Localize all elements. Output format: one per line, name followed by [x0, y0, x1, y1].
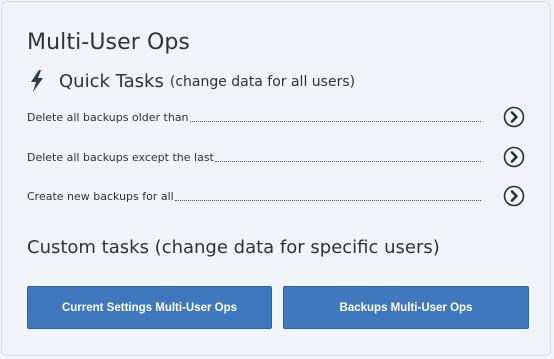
- quick-task-label: Delete all backups older than: [27, 110, 189, 124]
- quick-task-label: Create new backups for all: [27, 189, 174, 203]
- dotted-leader: [189, 120, 481, 122]
- quick-task-delete-except-last[interactable]: Delete all backups except the last: [27, 145, 525, 169]
- backups-multi-user-ops-button[interactable]: Backups Multi-User Ops: [283, 286, 529, 329]
- quick-tasks-title: Quick Tasks: [59, 70, 164, 92]
- quick-task-delete-older[interactable]: Delete all backups older than: [27, 105, 525, 129]
- quick-tasks-header: Quick Tasks (change data for all users): [30, 68, 355, 94]
- dotted-leader: [174, 199, 481, 201]
- page-title: Multi-User Ops: [27, 30, 190, 55]
- circle-chevron-right-icon[interactable]: [503, 185, 525, 207]
- current-settings-multi-user-ops-button[interactable]: Current Settings Multi-User Ops: [27, 286, 272, 329]
- quick-task-create-backups[interactable]: Create new backups for all: [27, 184, 525, 208]
- circle-chevron-right-icon[interactable]: [503, 106, 525, 128]
- multi-user-ops-panel: Multi-User Ops Quick Tasks (change data …: [1, 1, 551, 356]
- quick-tasks-subtitle: (change data for all users): [169, 74, 356, 90]
- custom-tasks-title: Custom tasks (change data for specific u…: [27, 237, 440, 258]
- lightning-bolt-icon: [31, 70, 43, 92]
- circle-chevron-right-icon[interactable]: [503, 146, 525, 168]
- dotted-leader: [214, 160, 481, 162]
- quick-task-label: Delete all backups except the last: [27, 150, 214, 164]
